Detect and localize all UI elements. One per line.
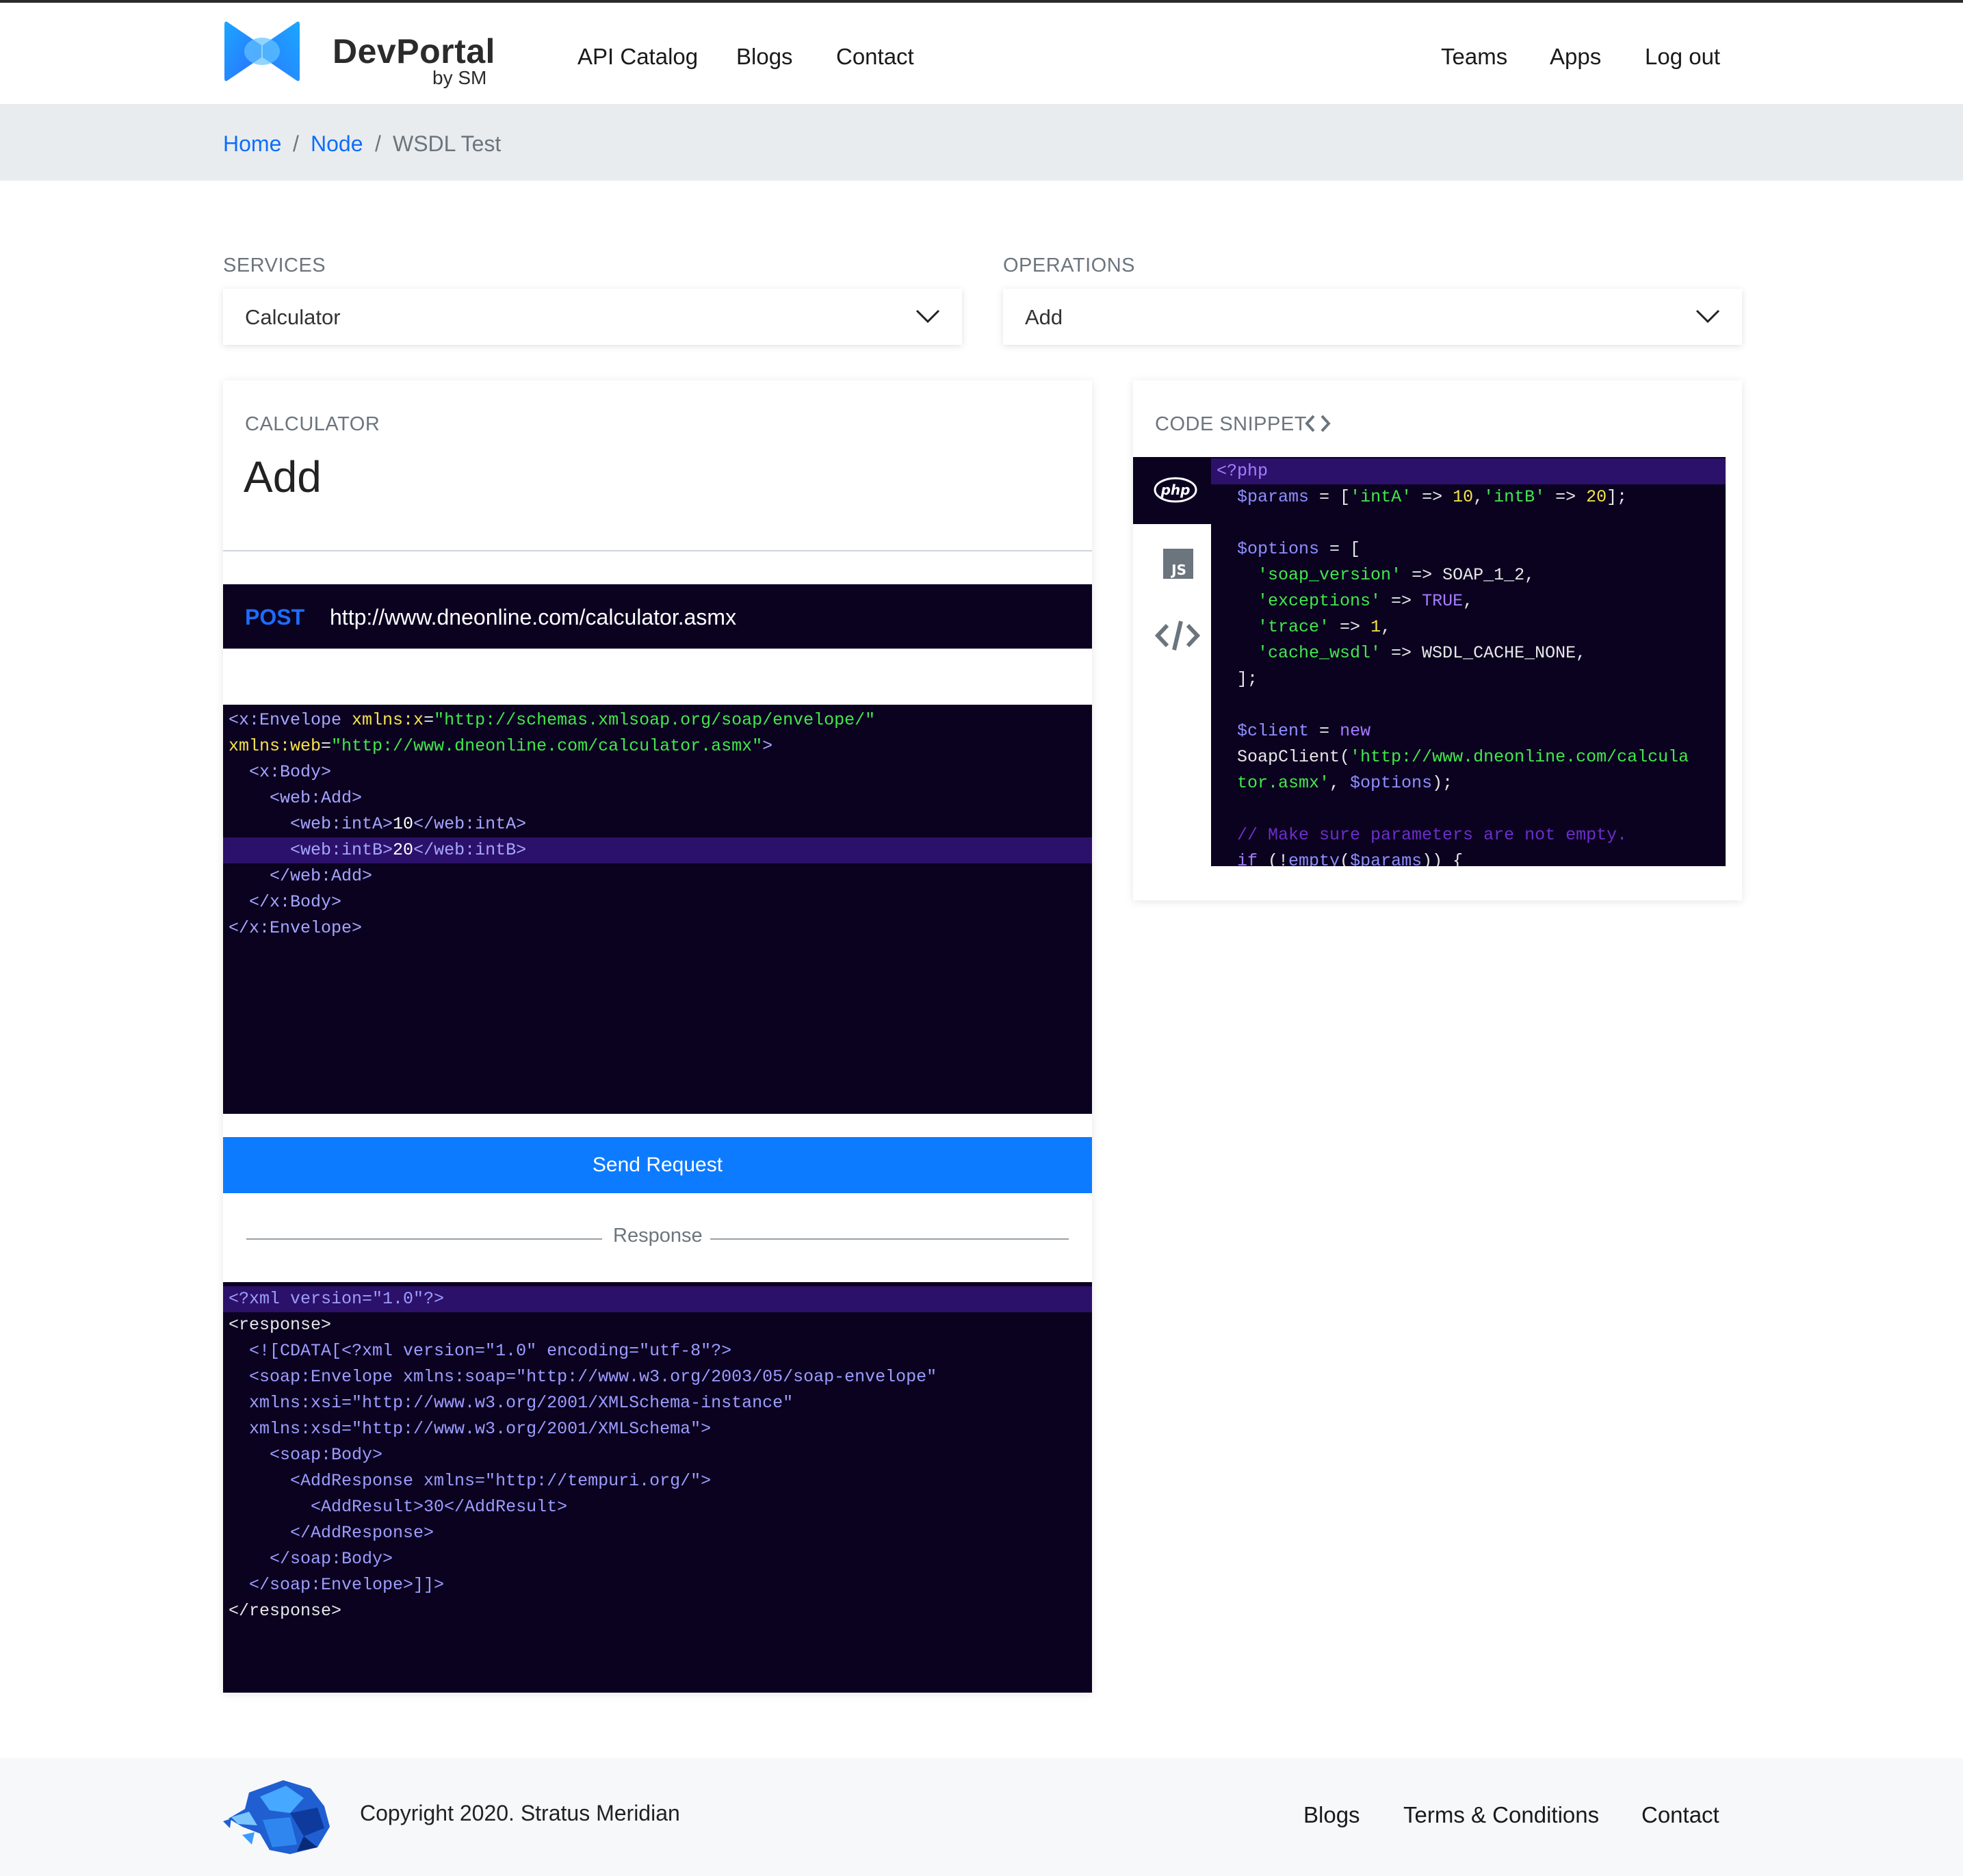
php-icon: php xyxy=(1154,477,1197,503)
nav-logout[interactable]: Log out xyxy=(1645,44,1720,70)
code-line: xmlns:xsi="http://www.w3.org/2001/XMLSch… xyxy=(229,1393,794,1413)
chevron-down-icon xyxy=(1695,309,1720,324)
code-line: </x:Envelope> xyxy=(229,918,363,938)
code-snippet-panel: CODE SNIPPET php JS <?php $params = ['in… xyxy=(1133,380,1742,900)
code-line: 'soap_version' => SOAP_1_2, xyxy=(1258,565,1535,585)
nav-api-catalog[interactable]: API Catalog xyxy=(577,44,698,70)
endpoint-bar: POST http://www.dneonline.com/calculator… xyxy=(223,584,1092,649)
footer-contact-link[interactable]: Contact xyxy=(1641,1802,1719,1828)
code-line: <response> xyxy=(229,1315,332,1335)
divider xyxy=(223,550,1092,551)
services-label: SERVICES xyxy=(223,255,326,276)
http-method-badge: POST xyxy=(245,605,305,629)
code-line: <AddResult>30</AddResult> xyxy=(229,1497,568,1517)
code-line: 'exceptions' => TRUE, xyxy=(1258,591,1474,611)
code-line-highlighted: <?xml version="1.0"?> xyxy=(223,1286,1092,1312)
code-snippet-title: CODE SNIPPET xyxy=(1155,413,1307,435)
services-select[interactable]: Calculator xyxy=(223,289,962,345)
divider xyxy=(710,1238,1069,1240)
code-line-highlighted: <web:intB>20</web:intB> xyxy=(223,837,1092,863)
code-line: if (!empty($params)) { xyxy=(1217,851,1464,866)
site-footer: Copyright 2020. Stratus Meridian Blogs T… xyxy=(0,1758,1963,1876)
operations-selected-value: Add xyxy=(1025,305,1063,329)
operations-select[interactable]: Add xyxy=(1003,289,1742,345)
endpoint-url: http://www.dneonline.com/calculator.asmx xyxy=(330,605,737,629)
code-line: <x:Envelope xmlns:x="http://schemas.xmls… xyxy=(229,710,876,730)
breadcrumb-separator: / xyxy=(293,131,299,156)
code-line: <soap:Body> xyxy=(229,1445,383,1465)
code-line: tor.asmx', $options); xyxy=(1217,773,1453,793)
response-viewer[interactable]: <?xml version="1.0"?> <response> <![CDAT… xyxy=(223,1282,1092,1693)
devportal-logo-icon[interactable] xyxy=(223,19,301,83)
language-tabs: php JS xyxy=(1133,457,1211,866)
code-snippet-viewer[interactable]: <?php $params = ['intA' => 10,'intB' => … xyxy=(1211,457,1726,866)
copyright-text: Copyright 2020. Stratus Meridian xyxy=(360,1801,680,1825)
chevron-down-icon xyxy=(915,309,940,324)
breadcrumb-current: WSDL Test xyxy=(393,131,502,156)
javascript-icon: JS xyxy=(1163,549,1193,579)
services-selected-value: Calculator xyxy=(245,305,341,329)
code-line: 'cache_wsdl' => WSDL_CACHE_NONE, xyxy=(1258,643,1587,663)
code-line: </x:Body> xyxy=(229,892,342,912)
code-line: $client = new xyxy=(1237,721,1371,741)
breadcrumb-node[interactable]: Node xyxy=(311,131,363,157)
operation-title: Add xyxy=(244,452,322,501)
operation-panel: CALCULATOR Add POST http://www.dneonline… xyxy=(223,380,1092,1693)
nav-teams[interactable]: Teams xyxy=(1441,44,1507,70)
footer-terms-link[interactable]: Terms & Conditions xyxy=(1403,1802,1599,1828)
request-editor[interactable]: <x:Envelope xmlns:x="http://schemas.xmls… xyxy=(223,705,1092,1114)
code-line-highlighted: <?php xyxy=(1211,458,1726,484)
tab-php[interactable]: php xyxy=(1133,457,1211,524)
brand-name[interactable]: DevPortal xyxy=(333,31,495,71)
nav-blogs[interactable]: Blogs xyxy=(736,44,793,70)
code-line: </web:Add> xyxy=(229,866,373,886)
code-line: <web:intA>10</web:intA> xyxy=(229,814,527,834)
code-line: </AddResponse> xyxy=(229,1523,434,1543)
breadcrumb: Home / Node / WSDL Test xyxy=(0,104,1963,181)
nav-apps[interactable]: Apps xyxy=(1550,44,1601,70)
tab-embed[interactable] xyxy=(1133,603,1211,670)
code-brackets-icon xyxy=(1305,415,1331,432)
code-line: // Make sure parameters are not empty. xyxy=(1217,825,1628,845)
code-line: xmlns:web="http://www.dneonline.com/calc… xyxy=(229,736,773,756)
breadcrumb-separator: / xyxy=(375,131,381,156)
svg-text:JS: JS xyxy=(1170,562,1186,578)
code-line: </soap:Envelope>]]> xyxy=(229,1575,445,1595)
code-line: SoapClient('http://www.dneonline.com/cal… xyxy=(1217,747,1689,767)
site-header: DevPortal by SM API Catalog Blogs Contac… xyxy=(0,3,1963,104)
nav-contact[interactable]: Contact xyxy=(836,44,914,70)
code-line: <x:Body> xyxy=(229,762,332,782)
send-request-button[interactable]: Send Request xyxy=(223,1137,1092,1193)
code-line: $params = ['intA' => 10,'intB' => 20]; xyxy=(1237,487,1628,507)
code-line: <![CDATA[<?xml version="1.0" encoding="u… xyxy=(229,1341,732,1361)
code-line: <AddResponse xmlns="http://tempuri.org/"… xyxy=(229,1471,712,1491)
code-line: ]; xyxy=(1217,669,1258,689)
code-line: </response> xyxy=(229,1601,342,1621)
svg-text:php: php xyxy=(1160,482,1191,498)
footer-blogs-link[interactable]: Blogs xyxy=(1303,1802,1360,1828)
tab-javascript[interactable]: JS xyxy=(1133,534,1211,601)
code-line: $options = [ xyxy=(1237,539,1361,559)
code-icon xyxy=(1155,621,1200,651)
code-line: </soap:Body> xyxy=(229,1549,393,1569)
service-name: CALCULATOR xyxy=(245,413,380,435)
stratus-meridian-logo-icon[interactable] xyxy=(222,1779,333,1855)
code-line: <web:Add> xyxy=(229,788,363,808)
response-label: Response xyxy=(613,1225,703,1247)
code-line: xmlns:xsd="http://www.w3.org/2001/XMLSch… xyxy=(229,1419,712,1439)
divider xyxy=(246,1238,602,1240)
operations-label: OPERATIONS xyxy=(1003,255,1135,276)
code-line: 'trace' => 1, xyxy=(1258,617,1392,637)
brand-subtitle: by SM xyxy=(432,67,487,88)
breadcrumb-home[interactable]: Home xyxy=(223,131,281,157)
code-line: <soap:Envelope xmlns:soap="http://www.w3… xyxy=(229,1367,937,1387)
